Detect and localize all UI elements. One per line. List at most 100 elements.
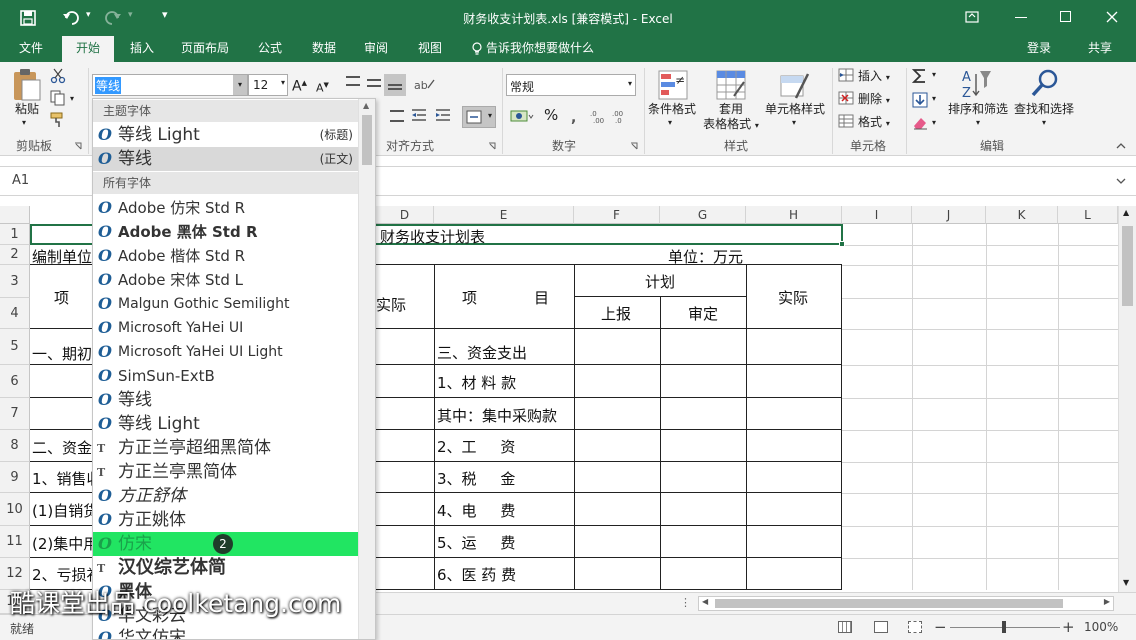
format-painter-icon[interactable] <box>50 112 66 128</box>
row-header[interactable]: 11 <box>0 526 30 558</box>
clear-icon[interactable] <box>912 116 928 130</box>
formula-input[interactable] <box>380 169 1110 193</box>
ribbon-display-options-icon[interactable] <box>965 11 979 23</box>
sign-in-link[interactable]: 登录 <box>1020 36 1058 62</box>
column-header[interactable]: K <box>986 206 1058 224</box>
cell-e3-a[interactable]: 项 <box>462 287 477 308</box>
cell-e3-b[interactable]: 目 <box>534 287 549 308</box>
column-header[interactable]: F <box>574 206 660 224</box>
decrease-decimal-icon[interactable]: .00.0 <box>612 108 630 124</box>
cut-icon[interactable] <box>50 68 66 84</box>
font-option[interactable]: O 等线 Light <box>93 412 359 436</box>
paste-dropdown-arrow[interactable]: ▾ <box>22 118 26 127</box>
fill-handle[interactable] <box>839 241 845 247</box>
tab-view[interactable]: 视图 <box>408 36 452 62</box>
font-option[interactable]: T 方正兰亭超细黑简体 <box>93 436 359 460</box>
column-header[interactable]: E <box>434 206 574 224</box>
cell-styles-icon[interactable] <box>780 70 810 100</box>
cell-a12[interactable]: 2、亏损补 <box>32 564 92 585</box>
cell-a5[interactable]: 一、期初 <box>32 343 92 364</box>
select-all-corner[interactable] <box>0 206 30 224</box>
column-header[interactable]: I <box>842 206 912 224</box>
font-option[interactable]: T 汉仪综艺体简 <box>93 556 359 580</box>
cell-a9[interactable]: 1、销售收 <box>32 468 92 489</box>
tab-formulas[interactable]: 公式 <box>248 36 292 62</box>
find-select-button[interactable]: 查找和选择 <box>1012 102 1076 117</box>
row-header[interactable]: 3 <box>0 265 30 298</box>
delete-cells-button[interactable]: 删除 ▾ <box>858 92 890 108</box>
row-header[interactable]: 2 <box>0 245 30 265</box>
sheet-nav-dots[interactable]: ⋮ <box>680 596 691 609</box>
paste-button[interactable]: 粘贴 <box>10 102 44 117</box>
sort-filter-button[interactable]: 排序和筛选 <box>946 102 1010 117</box>
format-cells-button[interactable]: 格式 ▾ <box>858 115 890 131</box>
paste-icon[interactable] <box>12 68 42 102</box>
row-header[interactable]: 1 <box>0 224 30 245</box>
number-launcher-icon[interactable] <box>630 142 638 150</box>
merge-center-button[interactable]: ▾ <box>462 106 496 128</box>
row-header[interactable]: 10 <box>0 493 30 526</box>
scroll-down-arrow[interactable]: ▼ <box>1123 578 1129 587</box>
cell-reported[interactable]: 上报 <box>601 303 631 324</box>
cell-e9[interactable]: 3、税 金 <box>437 468 515 489</box>
conditional-formatting-icon[interactable]: ≠ <box>658 70 688 100</box>
tab-page-layout[interactable]: 页面布局 <box>172 36 238 62</box>
unit-label[interactable]: 单位：万元 <box>668 246 743 267</box>
cell-a11[interactable]: (2)集中用 <box>32 533 92 554</box>
scroll-up-arrow[interactable]: ▲ <box>1123 208 1129 217</box>
sort-filter-icon[interactable]: AZ <box>960 68 992 100</box>
fill-icon[interactable] <box>912 92 928 108</box>
cell-e8[interactable]: 2、工 资 <box>437 436 515 457</box>
close-icon[interactable] <box>1106 11 1118 23</box>
font-option[interactable]: O 等线 <box>93 388 359 412</box>
align-top-icon[interactable] <box>346 76 360 86</box>
tell-me-search[interactable]: 告诉我你想要做什么 <box>486 36 606 62</box>
dropdown-scroll-thumb[interactable] <box>362 115 372 165</box>
cell-a10[interactable]: (1)自销货 <box>32 500 92 521</box>
column-header[interactable]: H <box>746 206 842 224</box>
row-header[interactable]: 5 <box>0 329 30 365</box>
cell-e12[interactable]: 6、医 药 费 <box>437 564 516 585</box>
clear-dropdown-arrow[interactable]: ▾ <box>932 118 936 127</box>
decrease-indent-icon[interactable] <box>411 108 427 122</box>
copy-dropdown-arrow[interactable]: ▾ <box>70 94 74 103</box>
column-header[interactable]: G <box>660 206 746 224</box>
tab-data[interactable]: 数据 <box>302 36 346 62</box>
autosum-dropdown-arrow[interactable]: ▾ <box>932 70 936 79</box>
fill-dropdown-arrow[interactable]: ▾ <box>932 94 936 103</box>
cell-e11[interactable]: 5、运 费 <box>437 532 515 553</box>
row-header[interactable]: 9 <box>0 462 30 493</box>
conditional-formatting-button[interactable]: 条件格式 <box>646 102 698 117</box>
format-as-table-button[interactable]: 套用 表格格式 ▾ <box>698 102 764 133</box>
vertical-scroll-thumb[interactable] <box>1122 226 1133 306</box>
increase-indent-icon[interactable] <box>435 108 451 122</box>
page-layout-view-icon[interactable] <box>874 621 888 633</box>
copy-icon[interactable] <box>50 90 66 106</box>
vertical-scrollbar[interactable]: ▲ ▼ <box>1118 206 1136 592</box>
font-option-selected[interactable]: O 等线 (正文) <box>93 147 359 171</box>
row-header[interactable]: 6 <box>0 365 30 398</box>
number-format-box[interactable]: 常规 ▾ <box>506 74 636 96</box>
increase-font-size-button[interactable]: A▲ <box>292 76 307 95</box>
number-format-dropdown-arrow[interactable]: ▾ <box>628 79 632 88</box>
horizontal-scroll-thumb[interactable] <box>715 599 1063 608</box>
horizontal-scrollbar[interactable]: ◀ ▶ <box>698 596 1114 611</box>
find-select-icon[interactable] <box>1030 68 1060 100</box>
format-cells-icon[interactable] <box>838 114 854 128</box>
sort-filter-dropdown-arrow[interactable]: ▾ <box>976 118 980 127</box>
zoom-slider-thumb[interactable] <box>1002 621 1006 633</box>
cell-a2[interactable]: 编制单位 <box>32 246 92 267</box>
undo-icon[interactable] <box>62 10 80 26</box>
cell-e7[interactable]: 其中：集中采购款 <box>437 405 557 426</box>
font-option[interactable]: O 等线 Light (标题) <box>93 123 359 147</box>
row-header[interactable]: 8 <box>0 430 30 462</box>
column-header[interactable]: L <box>1058 206 1118 224</box>
font-size-dropdown-arrow[interactable]: ▾ <box>281 78 285 87</box>
conditional-dropdown-arrow[interactable]: ▾ <box>668 118 672 127</box>
comma-style-icon[interactable]: , <box>570 110 584 124</box>
insert-cells-icon[interactable] <box>838 68 854 82</box>
cell-a8[interactable]: 二、资金 <box>32 437 92 458</box>
column-header[interactable]: J <box>912 206 986 224</box>
format-as-table-icon[interactable] <box>716 70 746 100</box>
cell-h3[interactable]: 实际 <box>778 287 808 308</box>
